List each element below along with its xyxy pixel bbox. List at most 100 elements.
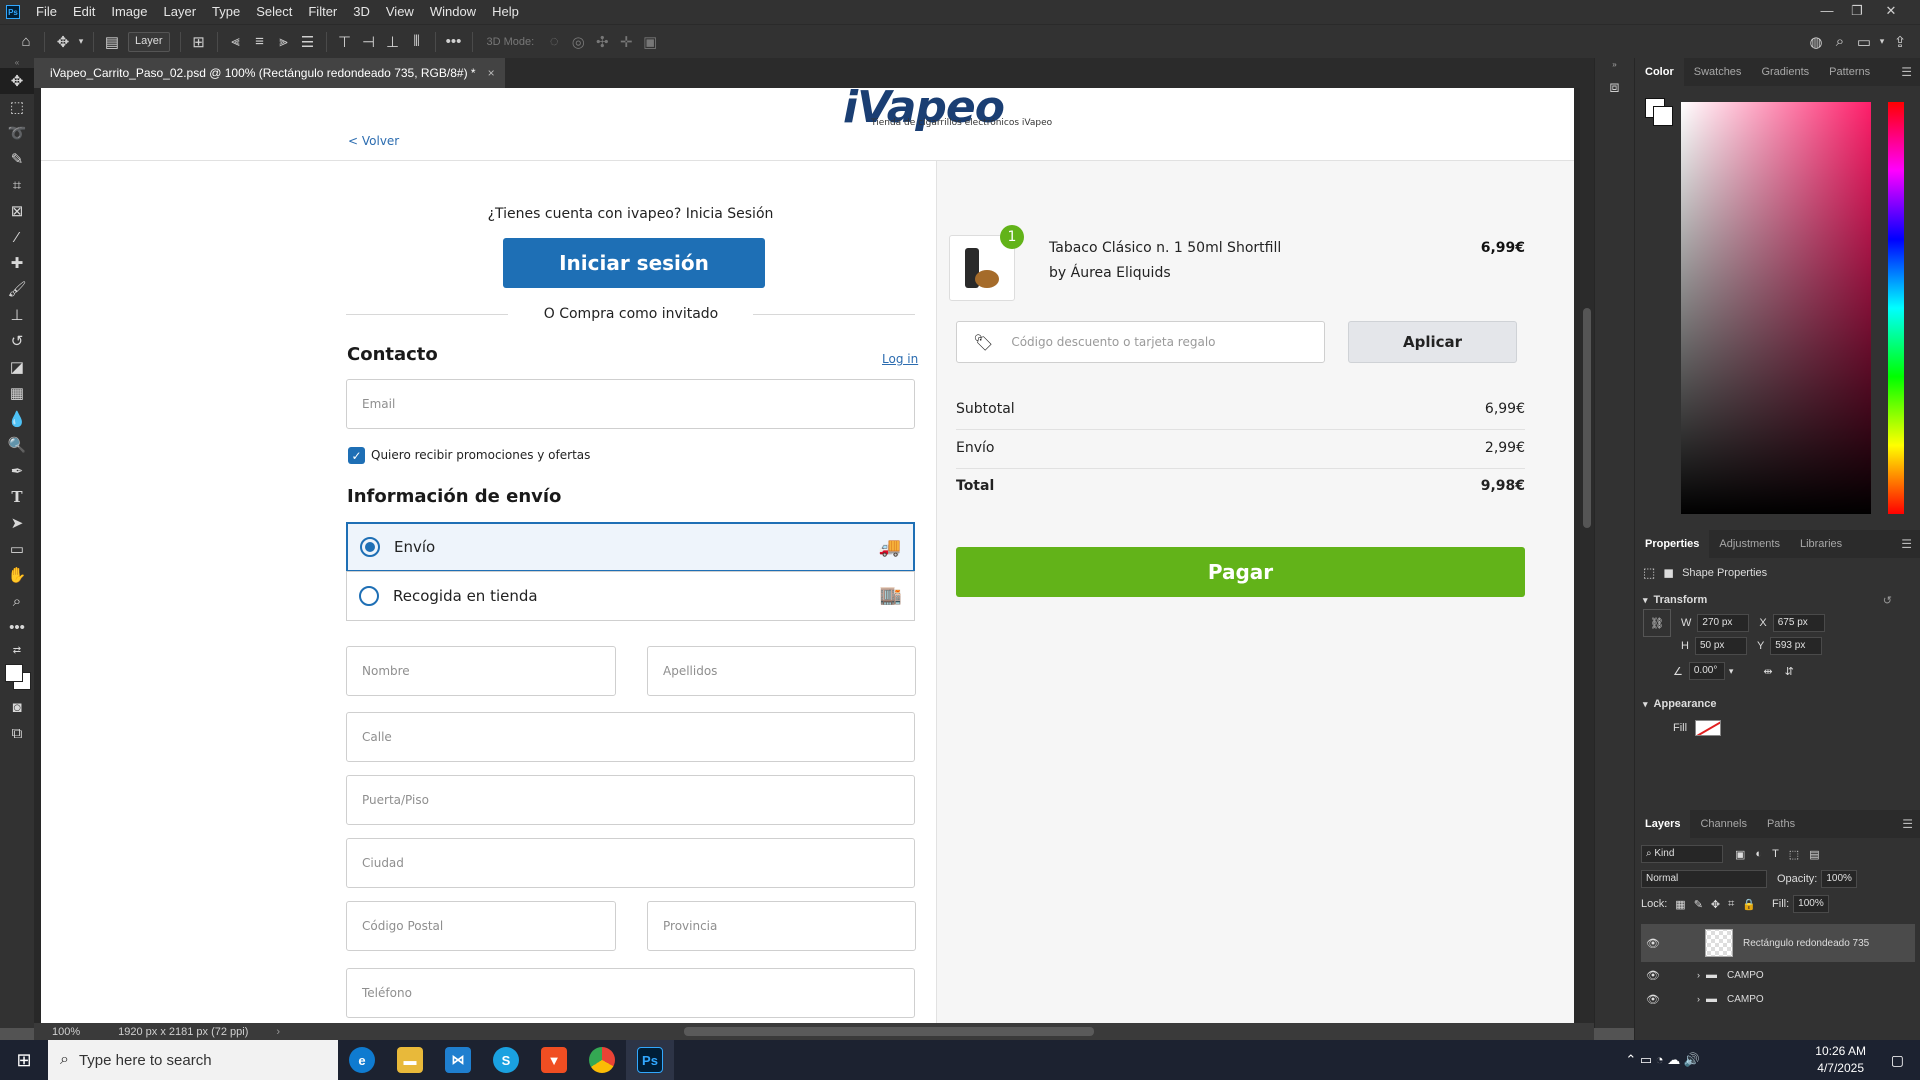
horizontal-scrollbar[interactable]	[684, 1027, 1094, 1036]
edit-toolbar-icon[interactable]: •••	[0, 614, 34, 640]
vertical-scrollbar[interactable]	[1580, 88, 1594, 1023]
distribute-vertical-icon[interactable]: ⦀	[405, 30, 429, 54]
collapse-icon[interactable]: «	[0, 58, 34, 68]
zoom-level[interactable]: 100%	[52, 1026, 80, 1038]
tab-libraries[interactable]: Libraries	[1790, 530, 1852, 558]
tab-paths[interactable]: Paths	[1757, 810, 1805, 838]
minimize-icon[interactable]: —	[1812, 0, 1842, 24]
opacity-field[interactable]: 100%	[1821, 870, 1858, 888]
healing-brush-tool-icon[interactable]: ✚	[0, 250, 34, 276]
link-icon[interactable]: ⛓	[1643, 609, 1671, 637]
chevron-right-icon[interactable]: ›	[1697, 994, 1700, 1004]
pixel-filter-icon[interactable]: ▣	[1735, 848, 1745, 861]
distribute-icon[interactable]: ☰	[296, 30, 320, 54]
path-selection-tool-icon[interactable]: ➤	[0, 510, 34, 536]
shipping-option-recogida[interactable]: Recogida en tienda 🏬	[346, 571, 915, 621]
transform-header[interactable]: ▾ Transform ↺	[1643, 588, 1912, 612]
taskbar-clock[interactable]: 10:26 AM 4/7/2025	[1815, 1043, 1866, 1077]
lock-artboard-icon[interactable]: ⌗	[1728, 898, 1734, 911]
color-field[interactable]	[1681, 102, 1871, 514]
close-window-icon[interactable]: ✕	[1876, 0, 1906, 24]
dodge-tool-icon[interactable]: 🔍	[0, 432, 34, 458]
color-swatches[interactable]	[0, 660, 34, 694]
skype-icon[interactable]: S	[482, 1040, 530, 1080]
eye-icon[interactable]: 👁	[1641, 969, 1665, 982]
rectangle-tool-icon[interactable]: ▭	[0, 536, 34, 562]
eye-icon[interactable]: 👁	[1641, 993, 1665, 1006]
angle-field[interactable]: 0.00°	[1688, 662, 1725, 680]
menu-help[interactable]: Help	[484, 0, 527, 24]
provincia-field[interactable]: Provincia	[647, 901, 916, 951]
blur-tool-icon[interactable]: 💧	[0, 406, 34, 432]
quick-select-tool-icon[interactable]: ✎	[0, 146, 34, 172]
menu-layer[interactable]: Layer	[156, 0, 205, 24]
background-swatch[interactable]	[1653, 106, 1673, 126]
tab-adjustments[interactable]: Adjustments	[1709, 530, 1790, 558]
close-icon[interactable]: ×	[488, 66, 495, 80]
share-icon[interactable]: ⇪	[1888, 30, 1912, 54]
promo-checkbox[interactable]: ✓	[348, 447, 365, 464]
marquee-tool-icon[interactable]: ⬚	[0, 94, 34, 120]
login-button[interactable]: Iniciar sesión	[503, 238, 765, 288]
align-bottom-icon[interactable]: ⊥	[381, 30, 405, 54]
ciudad-field[interactable]: Ciudad	[346, 838, 915, 888]
restore-icon[interactable]: ❐	[1842, 0, 1872, 24]
lock-all-icon[interactable]: 🔒	[1742, 898, 1756, 911]
puerta-field[interactable]: Puerta/Piso	[346, 775, 915, 825]
smart-object-filter-icon[interactable]: ▤	[1809, 848, 1819, 861]
menu-view[interactable]: View	[378, 0, 422, 24]
panel-menu-icon[interactable]: ☰	[1902, 817, 1913, 831]
layer-row[interactable]: 👁 › ▬ CAMPO	[1641, 962, 1915, 988]
lasso-tool-icon[interactable]: ➰	[0, 120, 34, 146]
menu-type[interactable]: Type	[204, 0, 248, 24]
telefono-field[interactable]: Teléfono	[346, 968, 915, 1018]
shipping-option-envio[interactable]: Envío 🚚	[346, 522, 915, 572]
fill-swatch[interactable]	[1695, 720, 1722, 736]
history-icon[interactable]: ⧈	[1595, 79, 1634, 97]
email-field[interactable]: Email	[346, 379, 915, 429]
chevron-down-icon[interactable]: ▾	[1729, 666, 1734, 677]
nombre-field[interactable]: Nombre	[346, 646, 616, 696]
align-top-icon[interactable]: ⊤	[333, 30, 357, 54]
vscode-icon[interactable]: ⋈	[434, 1040, 482, 1080]
height-field[interactable]: 50 px	[1694, 637, 1747, 655]
kind-filter[interactable]: ⌕ Kind	[1641, 845, 1723, 863]
pen-tool-icon[interactable]: ✒	[0, 458, 34, 484]
align-left-icon[interactable]: ⫷	[224, 30, 248, 54]
shape-filter-icon[interactable]: ⬚	[1789, 848, 1799, 861]
panel-menu-icon[interactable]: ☰	[1901, 65, 1912, 79]
quick-mask-icon[interactable]: ◙	[0, 694, 34, 720]
menu-window[interactable]: Window	[422, 0, 484, 24]
home-icon[interactable]: ⌂	[14, 30, 38, 54]
calle-field[interactable]: Calle	[346, 712, 915, 762]
share-profile-icon[interactable]: ◍	[1804, 30, 1828, 54]
align-middle-icon[interactable]: ⊣	[357, 30, 381, 54]
checkout-page-design[interactable]: iVapeo Tienda de cigarrillos electrónico…	[41, 88, 1574, 1023]
tab-swatches[interactable]: Swatches	[1684, 58, 1752, 86]
adjustment-filter-icon[interactable]: ◐	[1755, 848, 1762, 860]
chevron-right-icon[interactable]: ›	[276, 1026, 280, 1038]
back-link[interactable]: < Volver	[348, 134, 399, 148]
appearance-header[interactable]: ▾ Appearance	[1643, 692, 1912, 716]
tab-properties[interactable]: Properties	[1635, 530, 1710, 558]
discount-code-field[interactable]: 🏷 Código descuento o tarjeta regalo	[956, 321, 1325, 363]
zoom-tool-icon[interactable]: ⌕	[0, 588, 34, 614]
auto-select-icon[interactable]: ▤	[100, 30, 124, 54]
search-icon[interactable]: ⌕	[1828, 30, 1852, 54]
menu-file[interactable]: File	[28, 0, 65, 24]
login-link[interactable]: Log in	[882, 352, 918, 366]
chevron-down-icon[interactable]: ▾	[75, 30, 87, 54]
pay-button[interactable]: Pagar	[956, 547, 1525, 597]
flip-vertical-icon[interactable]: ⇵	[1785, 665, 1794, 678]
taskbar-search[interactable]: ⌕ Type here to search	[48, 1040, 338, 1080]
clone-stamp-tool-icon[interactable]: ⊥	[0, 302, 34, 328]
lock-transparency-icon[interactable]: ▦	[1675, 898, 1685, 911]
notifications-icon[interactable]: ▢	[1891, 1052, 1904, 1069]
foreground-color-icon[interactable]	[5, 664, 23, 682]
tab-patterns[interactable]: Patterns	[1819, 58, 1880, 86]
brave-icon[interactable]: ▼	[530, 1040, 578, 1080]
menu-edit[interactable]: Edit	[65, 0, 103, 24]
collapse-icon[interactable]: »	[1595, 60, 1634, 69]
history-brush-tool-icon[interactable]: ↺	[0, 328, 34, 354]
tab-layers[interactable]: Layers	[1635, 810, 1691, 838]
